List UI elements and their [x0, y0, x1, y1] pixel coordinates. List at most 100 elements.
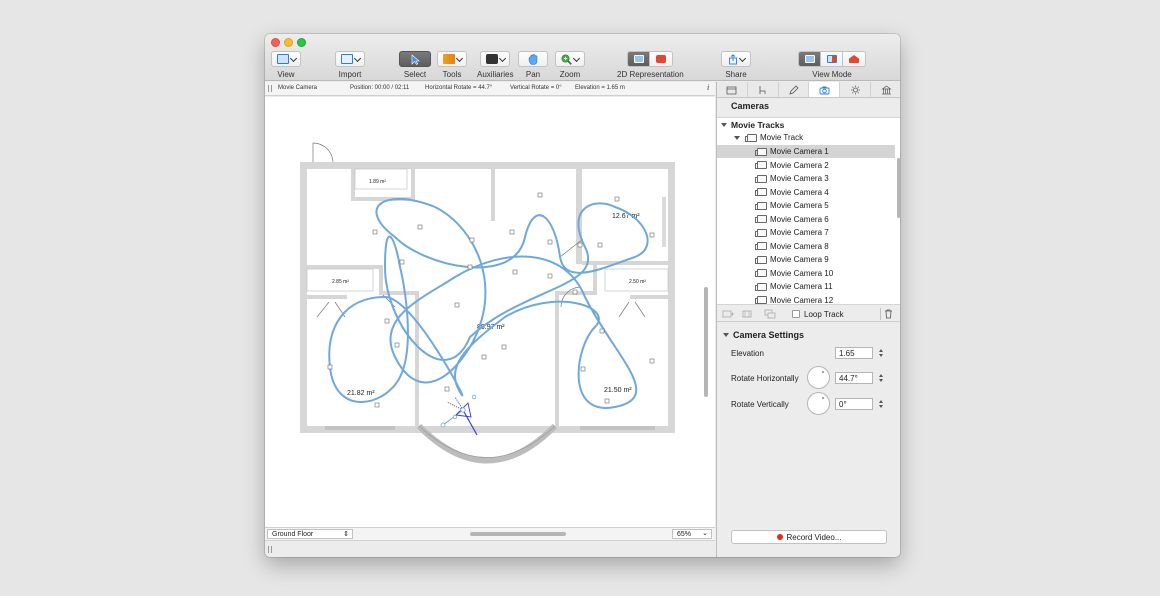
movie-track-item[interactable]: Movie Track — [717, 131, 895, 144]
zoom-select[interactable]: 65% ⌄ — [672, 529, 712, 539]
camera-item-6[interactable]: Movie Camera 6 — [717, 213, 895, 226]
zoom-tool[interactable]: Zoom — [555, 51, 585, 79]
duplicate-camera-button[interactable] — [763, 308, 777, 319]
movie-camera-icon — [755, 174, 767, 183]
movie-camera-icon — [755, 147, 767, 156]
camera-item-11[interactable]: Movie Camera 11 — [717, 280, 895, 293]
zoom-window-button[interactable] — [297, 38, 306, 47]
add-camera-icon — [722, 310, 734, 317]
tab-materials[interactable] — [779, 82, 810, 97]
rotate-horizontally-input[interactable]: 44.7° — [835, 372, 873, 384]
vertical-scrollbar[interactable] — [704, 287, 708, 397]
tab-objects[interactable] — [748, 82, 779, 97]
select-tool[interactable]: Select — [399, 51, 431, 79]
camera-settings-header[interactable]: Camera Settings — [721, 330, 804, 340]
camera-item-2[interactable]: Movie Camera 2 — [717, 159, 895, 172]
share-tool[interactable]: Share — [721, 51, 751, 79]
plan-2d-icon — [633, 55, 644, 63]
delete-button[interactable] — [880, 308, 896, 320]
rotate-vertically-dial[interactable] — [807, 392, 830, 415]
rotate-horizontally-value: 44.7° — [839, 374, 858, 383]
house-3d-icon — [849, 55, 859, 63]
movie-camera-icon — [755, 269, 767, 277]
view-mode-split-button[interactable] — [821, 52, 843, 66]
floor-select-value: Ground Floor — [272, 531, 314, 538]
zoom-select-value: 65% — [677, 531, 692, 538]
room-label-5: 2.50 m² — [629, 279, 646, 285]
rotate-vertically-stepper[interactable] — [877, 398, 884, 410]
camera-settings-title: Camera Settings — [733, 330, 805, 340]
camera-item-3[interactable]: Movie Camera 3 — [717, 172, 895, 185]
camera-item-12[interactable]: Movie Camera 12 — [717, 294, 895, 304]
camera-item-4[interactable]: Movie Camera 4 — [717, 186, 895, 199]
camera-icon — [819, 86, 830, 94]
add-track-icon — [742, 310, 752, 317]
tools-label: Tools — [442, 70, 462, 79]
view-tool[interactable]: View — [271, 51, 301, 79]
camera-item-8[interactable]: Movie Camera 8 — [717, 240, 895, 253]
camera-item-1[interactable]: Movie Camera 1 — [717, 145, 895, 158]
elevation-input[interactable]: 1.65 — [835, 347, 873, 359]
tab-lighting[interactable] — [840, 82, 872, 97]
info-icon[interactable]: i — [707, 83, 709, 92]
tree-toolbar: Loop Track — [717, 306, 900, 322]
tab-cameras[interactable] — [809, 82, 841, 97]
rotate-horizontally-dial[interactable] — [807, 366, 830, 389]
view-mode-plan-button[interactable] — [799, 52, 821, 66]
representation-2d-button[interactable] — [628, 52, 651, 66]
camera-item-7[interactable]: Movie Camera 7 — [717, 226, 895, 239]
minimize-window-button[interactable] — [284, 38, 293, 47]
select-label: Select — [403, 70, 427, 79]
zoom-icon — [561, 54, 572, 65]
floor-plan-canvas[interactable]: 1.89 m² 12.67 m² 2.85 m² 80.97 m² 2.50 m… — [265, 97, 715, 527]
camera-item-label: Movie Camera 11 — [770, 282, 833, 291]
movie-camera-icon — [755, 215, 767, 223]
elevation-stepper[interactable] — [877, 347, 884, 359]
movie-camera-icon — [755, 228, 767, 237]
duplicate-icon — [764, 309, 776, 318]
pan-tool[interactable]: Pan — [518, 51, 548, 79]
room-label-3: 2.85 m² — [332, 279, 349, 285]
representation-3d-button[interactable] — [650, 52, 673, 66]
camera-item-9[interactable]: Movie Camera 9 — [717, 253, 895, 266]
room-label-6: 21.82 m² — [347, 390, 375, 397]
import-icon — [340, 54, 353, 64]
add-camera-button[interactable] — [721, 308, 735, 319]
camera-item-label: Movie Camera 8 — [770, 241, 829, 251]
loop-track-checkbox[interactable] — [792, 310, 800, 318]
record-video-button[interactable]: Record Video... — [731, 530, 887, 544]
horizontal-scrollbar[interactable] — [470, 532, 566, 536]
plan-icon — [804, 55, 815, 63]
representation-tool[interactable]: 2D Representation — [617, 51, 684, 79]
rotate-vertically-input[interactable]: 0° — [835, 398, 873, 410]
rotate-horizontally-stepper[interactable] — [877, 372, 884, 384]
zoom-label: Zoom — [559, 70, 581, 79]
tab-building[interactable] — [871, 82, 900, 97]
status-vertical-rotate: Vertical Rotate = 0° — [510, 85, 562, 91]
view-mode-tool[interactable]: View Mode — [798, 51, 866, 79]
floor-select[interactable]: Ground Floor ⇕ — [267, 529, 353, 539]
camera-item-10[interactable]: Movie Camera 10 — [717, 267, 895, 280]
close-window-button[interactable] — [271, 38, 280, 47]
elevation-label: Elevation — [731, 349, 764, 358]
pencil-icon — [789, 84, 799, 95]
import-tool[interactable]: Import — [335, 51, 365, 79]
floor-plan[interactable]: 1.89 m² 12.67 m² 2.85 m² 80.97 m² 2.50 m… — [265, 97, 715, 527]
tree-scrollbar[interactable] — [897, 158, 900, 218]
chevron-down-icon: ⌄ — [702, 530, 708, 537]
auxiliaries-tool[interactable]: Auxiliaries — [477, 51, 513, 79]
canvas-bottom-bar: Ground Floor ⇕ 65% ⌄ — [265, 527, 715, 540]
room-label-1: 1.89 m² — [369, 179, 386, 185]
movie-tracks-group[interactable]: Movie Tracks — [717, 118, 895, 131]
add-track-button[interactable] — [741, 308, 755, 319]
camera-item-label: Movie Camera 2 — [770, 160, 829, 170]
chevron-down-icon — [738, 54, 746, 62]
pan-label: Pan — [525, 70, 541, 79]
camera-item-5[interactable]: Movie Camera 5 — [717, 199, 895, 212]
chair-icon — [759, 85, 766, 94]
small-rooms — [306, 168, 669, 292]
tools-tool[interactable]: Tools — [437, 51, 467, 79]
view-mode-3d-button[interactable] — [843, 52, 865, 66]
path-control-points[interactable] — [327, 192, 655, 408]
tab-library[interactable] — [717, 82, 748, 97]
